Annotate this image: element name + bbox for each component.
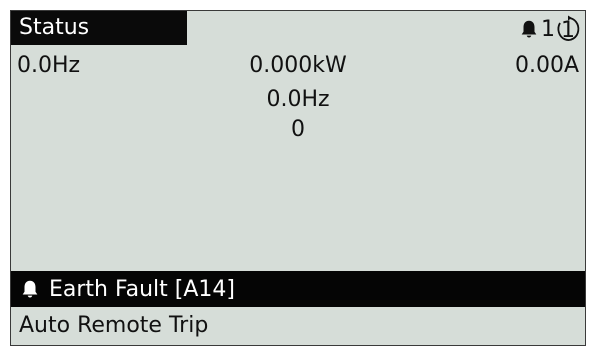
alarm-indicator[interactable]: 1 1 xyxy=(518,15,580,43)
lcd-display: Status 1 1 0.0Hz 0.000kW 0.00A 0.0Hz 0 E… xyxy=(10,10,586,346)
bell-icon xyxy=(22,280,38,298)
power-readout: 0.000kW xyxy=(249,53,347,78)
value-readout: 0 xyxy=(291,117,305,142)
fault-message-bar[interactable]: Earth Fault [A14] xyxy=(11,271,585,307)
screen-title: Status xyxy=(11,11,187,45)
frequency-readout-center: 0.0Hz xyxy=(266,87,330,112)
bell-icon xyxy=(521,20,537,38)
status-header: Status 1 1 xyxy=(11,11,585,45)
alarm-circled-count: 1 xyxy=(557,15,580,43)
status-line: Auto Remote Trip xyxy=(19,313,209,338)
fault-text: Earth Fault [A14] xyxy=(49,276,235,302)
alarm-count: 1 xyxy=(541,16,555,42)
current-readout: 0.00A xyxy=(514,53,579,78)
